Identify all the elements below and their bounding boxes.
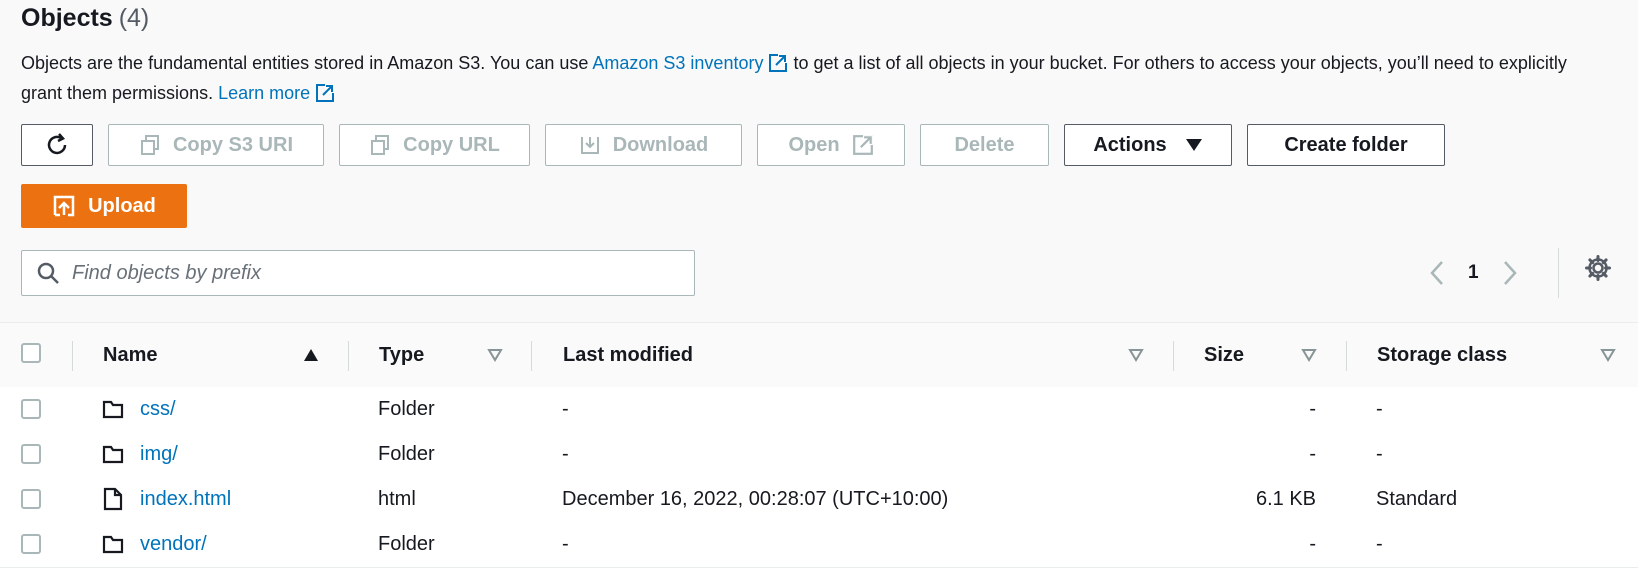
object-name-link[interactable]: css/ bbox=[140, 398, 176, 421]
copy-url-label: Copy URL bbox=[403, 133, 500, 156]
type-cell: Folder bbox=[378, 442, 435, 465]
sort-ascending-icon[interactable] bbox=[303, 348, 319, 362]
object-name-link[interactable]: vendor/ bbox=[140, 533, 207, 556]
copy-icon bbox=[140, 135, 159, 155]
folder-icon bbox=[102, 445, 124, 464]
column-header-type-label: Type bbox=[379, 343, 425, 366]
chevron-left-icon[interactable] bbox=[1428, 260, 1446, 286]
create-folder-label: Create folder bbox=[1284, 133, 1408, 156]
copy-icon bbox=[371, 135, 390, 155]
refresh-icon bbox=[47, 133, 67, 155]
s3-inventory-link[interactable]: Amazon S3 inventory bbox=[592, 53, 763, 73]
settings-button[interactable] bbox=[1585, 255, 1611, 286]
storage-class-cell: Standard bbox=[1376, 487, 1458, 510]
search-icon bbox=[37, 262, 59, 284]
page-title: Objects (4) bbox=[21, 4, 149, 33]
upload-button[interactable]: Upload bbox=[21, 184, 187, 228]
select-all-checkbox[interactable] bbox=[21, 343, 41, 363]
sort-icon[interactable] bbox=[1600, 348, 1616, 362]
copy-url-button[interactable]: Copy URL bbox=[339, 124, 530, 166]
size-cell: - bbox=[1309, 532, 1316, 555]
column-header-size[interactable]: Size bbox=[1204, 323, 1244, 387]
column-divider bbox=[348, 341, 349, 371]
actions-dropdown[interactable]: Actions bbox=[1064, 124, 1232, 166]
description: Objects are the fundamental entities sto… bbox=[21, 48, 1581, 108]
refresh-button[interactable] bbox=[21, 124, 93, 166]
create-folder-button[interactable]: Create folder bbox=[1247, 124, 1445, 166]
table-row[interactable]: index.html html December 16, 2022, 00:28… bbox=[0, 477, 1638, 523]
column-header-name[interactable]: Name bbox=[103, 323, 157, 387]
column-header-type[interactable]: Type bbox=[379, 323, 424, 387]
column-header-size-label: Size bbox=[1204, 343, 1245, 366]
open-button[interactable]: Open bbox=[757, 124, 905, 166]
copy-s3-uri-label: Copy S3 URI bbox=[172, 133, 294, 156]
description-part1: Objects are the fundamental entities sto… bbox=[21, 53, 593, 73]
folder-icon bbox=[102, 400, 124, 419]
type-cell: Folder bbox=[378, 397, 435, 420]
type-cell: Folder bbox=[378, 532, 435, 555]
column-divider bbox=[1346, 341, 1347, 371]
column-divider bbox=[531, 341, 532, 371]
last-modified-cell: - bbox=[562, 532, 569, 555]
upload-icon bbox=[53, 195, 75, 217]
last-modified-cell: - bbox=[562, 397, 569, 420]
row-checkbox[interactable] bbox=[21, 432, 41, 476]
page-number[interactable]: 1 bbox=[1468, 262, 1479, 284]
type-cell: html bbox=[378, 487, 416, 510]
open-label: Open bbox=[788, 133, 840, 156]
delete-button[interactable]: Delete bbox=[920, 124, 1049, 166]
row-checkbox[interactable] bbox=[21, 477, 41, 521]
size-cell: 6.1 KB bbox=[1255, 487, 1316, 510]
external-link-icon bbox=[316, 84, 335, 102]
last-modified-cell: - bbox=[562, 442, 569, 465]
column-header-storage-class-label: Storage class bbox=[1377, 343, 1508, 366]
copy-s3-uri-button[interactable]: Copy S3 URI bbox=[108, 124, 324, 166]
download-label: Download bbox=[612, 133, 709, 156]
row-checkbox[interactable] bbox=[21, 387, 41, 431]
object-name-link[interactable]: img/ bbox=[140, 443, 178, 466]
column-divider bbox=[72, 341, 73, 371]
delete-label: Delete bbox=[954, 133, 1015, 156]
sort-icon[interactable] bbox=[487, 348, 503, 362]
table-row[interactable]: img/ Folder - - - bbox=[0, 432, 1638, 478]
table-row[interactable]: css/ Folder - - - bbox=[0, 387, 1638, 433]
download-icon bbox=[580, 137, 599, 154]
column-header-last-modified-label: Last modified bbox=[563, 343, 694, 366]
file-icon bbox=[103, 487, 123, 511]
object-count: (4) bbox=[118, 4, 150, 32]
search-input[interactable] bbox=[70, 260, 674, 286]
folder-icon bbox=[102, 535, 124, 554]
learn-more-link[interactable]: Learn more bbox=[218, 83, 310, 103]
table-header: Name Type Last modified Size Storage cla… bbox=[0, 322, 1638, 388]
column-header-storage-class[interactable]: Storage class bbox=[1377, 323, 1507, 387]
size-cell: - bbox=[1309, 397, 1316, 420]
sort-icon[interactable] bbox=[1128, 348, 1144, 362]
chevron-right-icon[interactable] bbox=[1501, 260, 1519, 286]
title-text: Objects bbox=[21, 4, 113, 32]
column-header-name-label: Name bbox=[103, 343, 158, 366]
download-button[interactable]: Download bbox=[545, 124, 742, 166]
sort-icon[interactable] bbox=[1301, 348, 1317, 362]
pagination-divider bbox=[1558, 248, 1559, 298]
storage-class-cell: - bbox=[1376, 442, 1383, 465]
caret-down-icon bbox=[1185, 139, 1202, 151]
row-checkbox[interactable] bbox=[21, 522, 41, 566]
column-header-last-modified[interactable]: Last modified bbox=[563, 323, 693, 387]
object-name-link[interactable]: index.html bbox=[140, 488, 231, 511]
storage-class-cell: - bbox=[1376, 532, 1383, 555]
column-divider bbox=[1173, 341, 1174, 371]
table-row[interactable]: vendor/ Folder - - - bbox=[0, 522, 1638, 568]
size-cell: - bbox=[1309, 442, 1316, 465]
gear-icon bbox=[1585, 255, 1611, 281]
storage-class-cell: - bbox=[1376, 397, 1383, 420]
upload-label: Upload bbox=[88, 194, 156, 217]
pagination: 1 bbox=[1428, 250, 1538, 296]
last-modified-cell: December 16, 2022, 00:28:07 (UTC+10:00) bbox=[562, 487, 949, 510]
external-link-icon bbox=[769, 54, 788, 72]
search-box bbox=[21, 250, 695, 296]
external-link-icon bbox=[852, 135, 873, 155]
actions-label: Actions bbox=[1093, 133, 1167, 156]
